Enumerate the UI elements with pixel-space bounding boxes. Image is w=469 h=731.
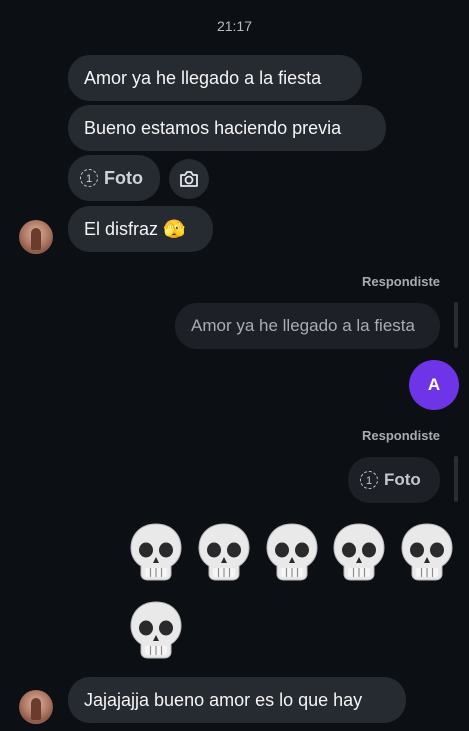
message-text: Jajajajja bueno amor es lo que hay xyxy=(84,690,363,710)
photo-label: Foto xyxy=(384,470,421,489)
reply-quote[interactable]: Amor ya he llegado a la fiesta xyxy=(175,303,440,349)
camera-icon xyxy=(180,171,198,187)
my-avatar-letter: A xyxy=(427,375,441,394)
message-text: Bueno estamos haciendo previa xyxy=(84,118,342,138)
skull-emoji xyxy=(266,523,318,581)
view-once-icon: 1 xyxy=(80,169,98,187)
skull-emoji xyxy=(130,523,182,581)
skull-emoji xyxy=(130,601,182,659)
view-once-icon: 1 xyxy=(360,471,378,489)
message-text: Amor ya he llegado a la fiesta xyxy=(84,68,322,88)
message-bubble[interactable]: Jajajajja bueno amor es lo que hay xyxy=(68,677,406,723)
message-bubble[interactable]: Bueno estamos haciendo previa xyxy=(68,105,386,151)
photo-label: Foto xyxy=(104,168,143,188)
my-avatar[interactable]: A xyxy=(409,360,459,410)
contact-avatar[interactable] xyxy=(19,690,53,724)
replied-label: Respondiste xyxy=(361,428,440,443)
message-bubble[interactable]: El disfraz 🫣 xyxy=(68,206,213,252)
camera-button[interactable] xyxy=(169,159,209,199)
timestamp: 21:17 xyxy=(216,18,253,34)
skull-emoji xyxy=(333,523,385,581)
contact-avatar[interactable] xyxy=(19,220,53,254)
skull-emoji xyxy=(401,523,453,581)
skull-emoji xyxy=(198,523,250,581)
reply-quote-text: Amor ya he llegado a la fiesta xyxy=(191,316,415,335)
reply-photo-quote[interactable]: 1 Foto xyxy=(348,457,440,503)
view-once-photo[interactable]: 1 Foto xyxy=(68,155,160,201)
reply-indicator-bar xyxy=(454,456,458,502)
message-bubble[interactable]: Amor ya he llegado a la fiesta xyxy=(68,55,362,101)
replied-label: Respondiste xyxy=(361,274,440,289)
reply-indicator-bar xyxy=(454,302,458,348)
message-text: El disfraz 🫣 xyxy=(84,219,186,239)
